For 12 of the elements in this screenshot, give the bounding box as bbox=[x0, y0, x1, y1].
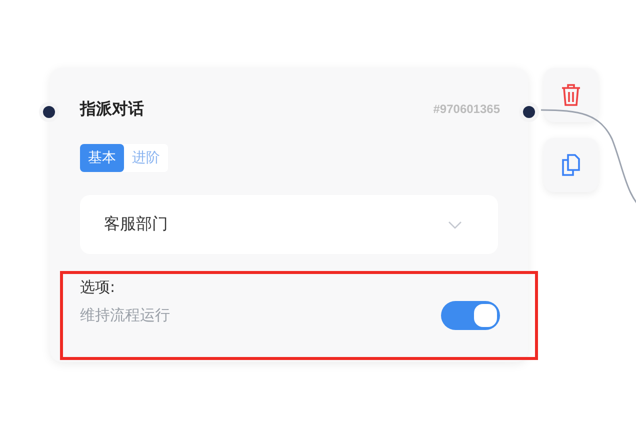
tab[interactable]: 基本 bbox=[80, 144, 124, 172]
toggle-switch[interactable] bbox=[441, 301, 500, 330]
node-id: #970601365 bbox=[433, 102, 500, 116]
node-title: 指派对话 bbox=[80, 98, 144, 120]
department-dropdown[interactable]: 客服部门 bbox=[80, 195, 498, 254]
trash-icon bbox=[560, 83, 582, 107]
options-label: 选项: bbox=[80, 278, 116, 297]
copy-icon bbox=[560, 153, 582, 177]
output-port[interactable] bbox=[519, 102, 539, 122]
input-port[interactable] bbox=[39, 102, 59, 122]
chevron-down-icon bbox=[448, 220, 462, 228]
toggle-label: 维持流程运行 bbox=[80, 306, 170, 325]
